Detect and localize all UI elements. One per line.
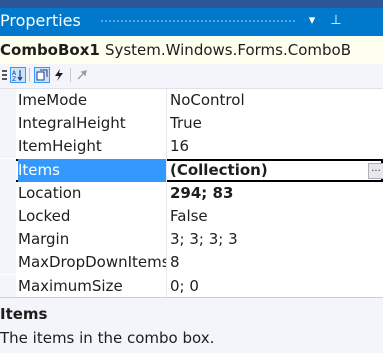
properties-icon[interactable] [34, 67, 50, 83]
row-margin [0, 159, 16, 182]
property-row[interactable]: Margin 3; 3; 3; 3 [0, 228, 383, 251]
properties-window: Properties ▾ ⊥ ComboBox1 System.Windows.… [0, 0, 383, 353]
object-name: ComboBox1 [0, 41, 100, 59]
categorized-icon[interactable] [0, 67, 10, 83]
property-value[interactable]: 0; 0 [170, 275, 383, 297]
properties-toolbar: A Z [0, 64, 383, 89]
property-name: IntegralHeight [18, 112, 167, 135]
property-name: Locked [18, 205, 167, 228]
description-pane: Items The items in the combo box. [0, 297, 383, 353]
dropdown-icon[interactable]: ▾ [304, 11, 320, 31]
object-selector[interactable]: ComboBox1 System.Windows.Forms.ComboB [0, 36, 383, 64]
toolbar-separator [29, 68, 30, 82]
events-icon[interactable] [51, 67, 67, 83]
property-value[interactable]: 16 [170, 135, 383, 158]
property-row[interactable]: ItemHeight 16 [0, 135, 383, 158]
property-name: MaxDropDownItems [18, 251, 167, 274]
property-value[interactable]: False [170, 205, 383, 228]
property-name: Margin [18, 228, 167, 251]
property-grid: ImeMode NoControl IntegralHeight True It… [0, 89, 383, 297]
row-margin [0, 89, 16, 112]
toolbar-separator [70, 68, 71, 82]
property-name: Location [18, 182, 167, 205]
property-row[interactable]: MaximumSize 0; 0 [0, 275, 383, 297]
property-row[interactable]: Location 294; 83 [0, 182, 383, 205]
row-margin [0, 205, 16, 228]
row-margin [0, 228, 16, 251]
collection-editor-button[interactable]: ... [368, 163, 383, 179]
property-row[interactable]: Locked False [0, 205, 383, 228]
property-row[interactable]: ImeMode NoControl [0, 89, 383, 112]
properties-titlebar: Properties ▾ ⊥ [0, 8, 383, 36]
property-value[interactable]: 8 [170, 251, 383, 274]
property-value[interactable]: 294; 83 [170, 182, 383, 205]
svg-text:Z: Z [12, 76, 16, 81]
panel-title: Properties [0, 11, 81, 30]
property-row[interactable]: IntegralHeight True [0, 112, 383, 135]
property-pages-icon[interactable] [74, 67, 90, 83]
titlebar-grip[interactable] [100, 19, 295, 24]
property-row[interactable]: MaxDropDownItems 8 [0, 251, 383, 274]
row-margin [0, 135, 16, 158]
description-title: Items [0, 305, 48, 323]
pin-icon[interactable]: ⊥ [328, 11, 344, 31]
property-value[interactable]: (Collection) [170, 159, 383, 182]
property-row-selected[interactable]: Items (Collection) ... [0, 159, 383, 182]
row-margin [0, 251, 16, 274]
property-name: ImeMode [18, 89, 167, 112]
property-value[interactable]: 3; 3; 3; 3 [170, 228, 383, 251]
row-margin [0, 182, 16, 205]
property-value[interactable]: True [170, 112, 383, 135]
property-name: ItemHeight [18, 135, 167, 158]
object-type: System.Windows.Forms.ComboB [104, 41, 351, 59]
alphabetical-icon[interactable]: A Z [10, 67, 26, 83]
description-text: The items in the combo box. [0, 329, 215, 347]
row-margin [0, 275, 16, 297]
property-name: MaximumSize [18, 275, 167, 297]
property-value[interactable]: NoControl [170, 89, 383, 112]
property-name: Items [18, 159, 167, 182]
row-margin [0, 112, 16, 135]
